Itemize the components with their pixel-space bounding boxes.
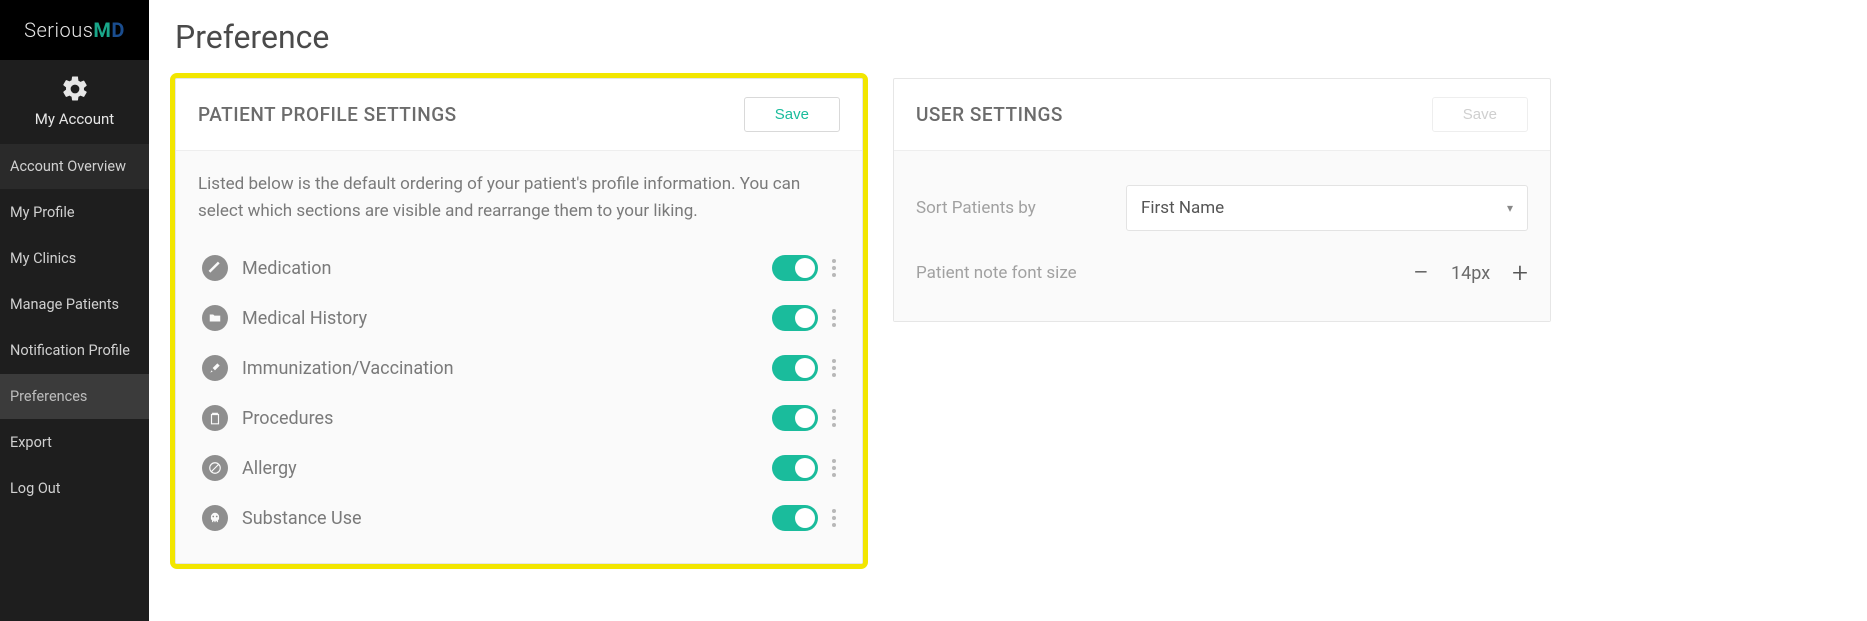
profile-item-label: Medication (242, 258, 762, 279)
profile-item-label: Medical History (242, 308, 762, 329)
folder-icon (202, 305, 228, 331)
profile-item-substance-use: Substance Use (198, 493, 840, 543)
setting-label: Sort Patients by (916, 198, 1126, 218)
drag-handle[interactable] (828, 255, 840, 281)
save-button[interactable]: Save (744, 97, 840, 132)
increase-button[interactable]: + (1512, 259, 1528, 287)
chevron-down-icon: ▾ (1507, 201, 1513, 215)
profile-item-label: Procedures (242, 408, 762, 429)
sidebar-item-manage-patients[interactable]: Manage Patients (0, 282, 149, 328)
prohibit-icon (202, 455, 228, 481)
brand-text-3: D (111, 18, 125, 42)
sidebar-item-export[interactable]: Export (0, 420, 149, 466)
patient-profile-settings-card: PATIENT PROFILE SETTINGS Save Listed bel… (175, 78, 863, 564)
sidebar-item-label: My Clinics (10, 250, 76, 267)
sidebar-item-label: Log Out (10, 480, 61, 497)
card-title: USER SETTINGS (916, 103, 1063, 126)
sidebar-item-label: Export (10, 434, 52, 451)
drag-handle[interactable] (828, 455, 840, 481)
fontsize-value: 14px (1451, 263, 1490, 284)
sidebar-my-account-label: My Account (35, 110, 114, 128)
drag-handle[interactable] (828, 505, 840, 531)
sidebar-item-label: Account Overview (10, 158, 126, 175)
save-button-disabled[interactable]: Save (1432, 97, 1528, 132)
main-content: Preference PATIENT PROFILE SETTINGS Save… (149, 0, 1867, 621)
card-header: USER SETTINGS Save (894, 79, 1550, 151)
brand-text-1: Serious (24, 18, 93, 42)
toggle-medical-history[interactable] (772, 305, 818, 331)
user-settings-card: USER SETTINGS Save Sort Patients by Firs… (893, 78, 1551, 322)
syringe-icon (202, 355, 228, 381)
pill-icon (202, 255, 228, 281)
sort-patients-select[interactable]: First Name ▾ (1126, 185, 1528, 231)
drag-handle[interactable] (828, 305, 840, 331)
sidebar-item-label: Manage Patients (10, 296, 119, 313)
profile-item-allergy: Allergy (198, 443, 840, 493)
setting-label: Patient note font size (916, 263, 1126, 283)
panels-row: PATIENT PROFILE SETTINGS Save Listed bel… (175, 78, 1867, 564)
card-body: Listed below is the default ordering of … (176, 151, 862, 563)
card-description: Listed below is the default ordering of … (198, 171, 840, 225)
profile-item-label: Substance Use (242, 508, 762, 529)
profile-item-label: Allergy (242, 458, 762, 479)
clipboard-icon (202, 405, 228, 431)
sidebar-item-account-overview[interactable]: Account Overview (0, 144, 149, 190)
toggle-immunization[interactable] (772, 355, 818, 381)
toggle-substance-use[interactable] (772, 505, 818, 531)
setting-row-fontsize: Patient note font size − 14px + (916, 245, 1528, 301)
setting-row-sort: Sort Patients by First Name ▾ (916, 171, 1528, 245)
sidebar-my-account[interactable]: My Account (0, 60, 149, 144)
sidebar-item-label: Notification Profile (10, 342, 130, 359)
profile-item-label: Immunization/Vaccination (242, 358, 762, 379)
drag-handle[interactable] (828, 405, 840, 431)
profile-item-immunization: Immunization/Vaccination (198, 343, 840, 393)
sidebar-item-label: My Profile (10, 204, 75, 221)
decrease-button[interactable]: − (1413, 259, 1429, 287)
sidebar-item-log-out[interactable]: Log Out (0, 466, 149, 512)
profile-item-medical-history: Medical History (198, 293, 840, 343)
sidebar: SeriousMD My Account Account Overview My… (0, 0, 149, 621)
gear-icon (60, 74, 90, 104)
fontsize-stepper: − 14px + (1126, 259, 1528, 287)
drag-handle[interactable] (828, 355, 840, 381)
sidebar-item-label: Preferences (10, 388, 87, 405)
profile-item-medication: Medication (198, 243, 840, 293)
profile-item-procedures: Procedures (198, 393, 840, 443)
brand-text-2: M (93, 18, 111, 42)
card-header: PATIENT PROFILE SETTINGS Save (176, 79, 862, 151)
skull-icon (202, 505, 228, 531)
page-title: Preference (175, 0, 1867, 78)
toggle-medication[interactable] (772, 255, 818, 281)
sidebar-item-notification-profile[interactable]: Notification Profile (0, 328, 149, 374)
sidebar-item-my-clinics[interactable]: My Clinics (0, 236, 149, 282)
card-body: Sort Patients by First Name ▾ Patient no… (894, 151, 1550, 321)
card-title: PATIENT PROFILE SETTINGS (198, 103, 457, 126)
sidebar-item-preferences[interactable]: Preferences (0, 374, 149, 420)
brand-logo: SeriousMD (0, 0, 149, 60)
toggle-procedures[interactable] (772, 405, 818, 431)
select-value: First Name (1141, 198, 1224, 218)
sidebar-item-my-profile[interactable]: My Profile (0, 190, 149, 236)
toggle-allergy[interactable] (772, 455, 818, 481)
